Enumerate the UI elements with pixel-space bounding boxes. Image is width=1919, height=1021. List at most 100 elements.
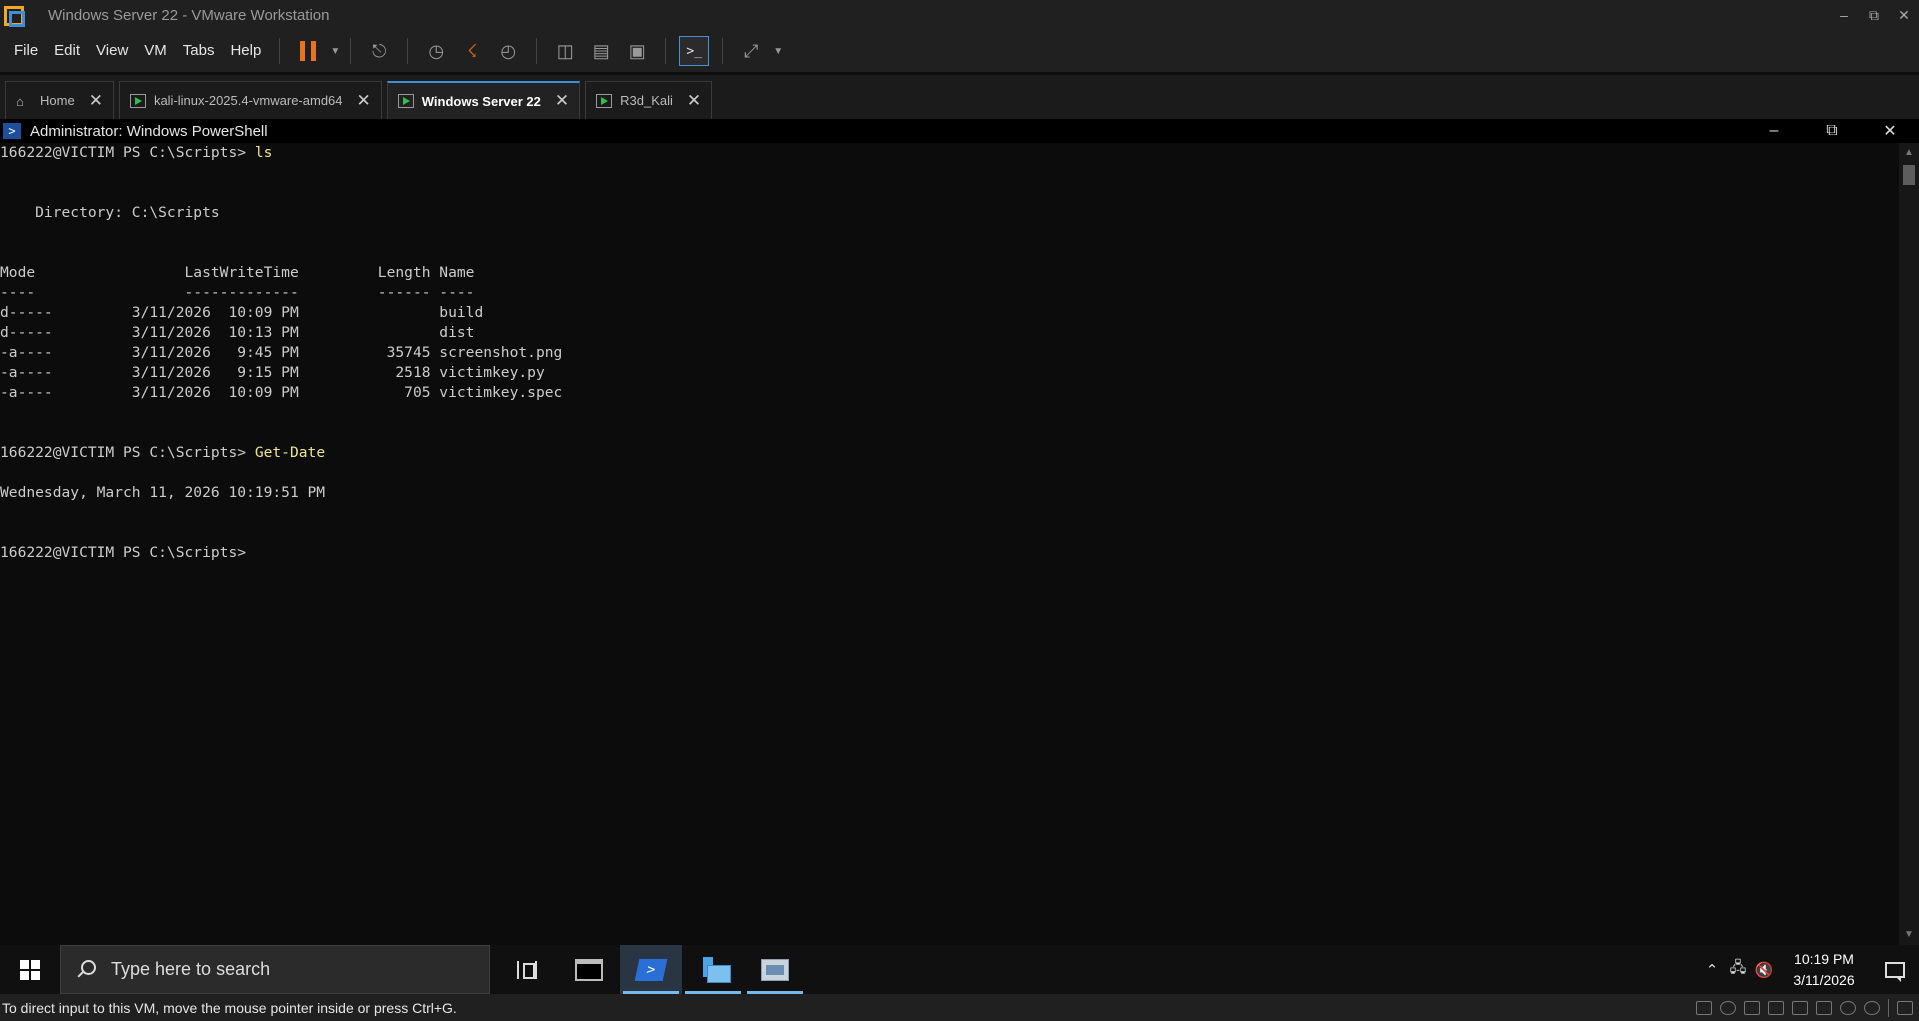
task-view-button[interactable]	[496, 945, 558, 994]
vm-running-icon	[596, 93, 613, 108]
status-separator	[1888, 998, 1889, 1017]
network-adapter-icon[interactable]	[1744, 1000, 1760, 1015]
volume-muted-icon[interactable]: 🔇	[1751, 945, 1777, 994]
menu-file[interactable]: File	[6, 30, 46, 72]
message-log-icon[interactable]	[1897, 1000, 1913, 1015]
network-adapter-2-icon[interactable]	[1768, 1000, 1784, 1015]
vmware-logo-icon	[2, 4, 25, 27]
file-explorer-taskbar-button[interactable]	[682, 945, 744, 994]
show-library-icon[interactable]: ◫	[550, 36, 580, 66]
system-tray: ⌃ 🖧 🔇 10:19 PM 3/11/2026	[1699, 945, 1919, 994]
scroll-up-arrow[interactable]: ▲	[1899, 145, 1919, 161]
scroll-thumb[interactable]	[1903, 165, 1915, 185]
ps-close-button[interactable]: ✕	[1861, 119, 1919, 143]
revert-snapshot-icon[interactable]: ☇	[457, 36, 487, 66]
close-button[interactable]: ✕	[1889, 0, 1919, 30]
camera-icon[interactable]	[1840, 1000, 1856, 1015]
menu-tabs[interactable]: Tabs	[175, 30, 223, 72]
minimize-button[interactable]: –	[1829, 0, 1859, 30]
vm-tab-bar: ⌂ Home ✕ kali-linux-2025.4-vmware-amd64 …	[0, 75, 1919, 119]
action-center-button[interactable]	[1871, 945, 1919, 994]
pause-button[interactable]	[293, 36, 323, 66]
tab-close-icon[interactable]: ✕	[89, 91, 103, 111]
vmware-toolbar: File Edit View VM Tabs Help ▼ ⎋ ◷ ☇ ◴ ◫ …	[0, 30, 1919, 72]
console-line: -a---- 3/11/2026 9:45 PM 35745 screensho…	[0, 343, 1899, 363]
taskbar-search[interactable]	[60, 945, 490, 994]
console-text: d----- 3/11/2026 10:09 PM build	[0, 304, 484, 321]
scroll-down-arrow[interactable]: ▼	[1899, 927, 1919, 943]
send-ctrl-alt-del-icon[interactable]: ⎋	[364, 36, 394, 66]
usb-controller-icon[interactable]	[1792, 1000, 1808, 1015]
cmd-icon	[575, 958, 603, 981]
server-manager-taskbar-button[interactable]	[744, 945, 806, 994]
console-text: 166222@VICTIM PS C:\Scripts>	[0, 144, 255, 161]
clock-time: 10:19 PM	[1794, 950, 1854, 967]
windows-taskbar: > ⌃ 🖧 🔇 10:19 PM 3/11/2026	[0, 945, 1919, 994]
console-line: 166222@VICTIM PS C:\Scripts>	[0, 543, 1899, 563]
tab-close-icon[interactable]: ✕	[687, 91, 701, 111]
full-screen-icon[interactable]: ▣	[622, 36, 652, 66]
console-line: Mode LastWriteTime Length Name	[0, 263, 1899, 283]
restore-button[interactable]: ⧉	[1859, 0, 1889, 30]
stretch-guest-icon[interactable]: ⤢	[736, 36, 766, 66]
task-view-icon	[517, 960, 537, 979]
snapshot-manager-icon[interactable]: ◴	[493, 36, 523, 66]
chevron-up-icon[interactable]: ⌃	[1699, 945, 1725, 994]
start-button[interactable]	[0, 945, 60, 994]
console-text: 166222@VICTIM PS C:\Scripts>	[0, 544, 247, 561]
toolbar-separator	[536, 38, 538, 64]
tab-windows-server-22[interactable]: Windows Server 22 ✕	[386, 81, 581, 119]
snapshot-icon[interactable]: ◷	[421, 36, 451, 66]
console-line: d----- 3/11/2026 10:09 PM build	[0, 303, 1899, 323]
power-dropdown-arrow[interactable]: ▼	[330, 46, 340, 57]
powershell-taskbar-button[interactable]: >	[620, 945, 682, 994]
console-line: -a---- 3/11/2026 10:09 PM 705 victimkey.…	[0, 383, 1899, 403]
tab-r3d-kali[interactable]: R3d_Kali ✕	[585, 81, 713, 119]
console-text: ---- ------------- ------ ----	[0, 284, 475, 301]
hard-disk-icon[interactable]	[1696, 1000, 1712, 1015]
tab-close-icon[interactable]: ✕	[357, 91, 371, 111]
stretch-dropdown-arrow[interactable]: ▼	[773, 46, 783, 57]
notification-icon	[1885, 961, 1905, 982]
cmd-taskbar-button[interactable]	[558, 945, 620, 994]
search-input[interactable]	[111, 959, 471, 980]
menu-vm[interactable]: VM	[136, 30, 175, 72]
console-line: 166222@VICTIM PS C:\Scripts> ls	[0, 143, 1899, 163]
wireless-icon[interactable]	[1864, 1000, 1880, 1015]
cd-dvd-icon[interactable]	[1720, 1000, 1736, 1015]
network-icon[interactable]: 🖧	[1725, 945, 1751, 994]
status-message: To direct input to this VM, move the mou…	[2, 999, 457, 1016]
console-line: Directory: C:\Scripts	[0, 203, 1899, 223]
console-text: -a---- 3/11/2026 10:09 PM 705 victimkey.…	[0, 384, 563, 401]
ps-restore-button[interactable]: ⧉	[1803, 119, 1861, 143]
sound-card-icon[interactable]	[1816, 1000, 1832, 1015]
taskbar-clock[interactable]: 10:19 PM 3/11/2026	[1785, 949, 1863, 991]
menu-view[interactable]: View	[88, 30, 136, 72]
tab-home[interactable]: ⌂ Home ✕	[5, 81, 114, 119]
menu-edit[interactable]: Edit	[46, 30, 88, 72]
thumbnail-bar-icon[interactable]: ▤	[586, 36, 616, 66]
tab-close-icon[interactable]: ✕	[555, 91, 569, 111]
menu-help[interactable]: Help	[222, 30, 269, 72]
tab-kali-linux[interactable]: kali-linux-2025.4-vmware-amd64 ✕	[118, 81, 382, 119]
ps-minimize-button[interactable]: –	[1745, 119, 1803, 143]
console-text: -a---- 3/11/2026 9:15 PM 2518 victimkey.…	[0, 364, 545, 381]
console-line: d----- 3/11/2026 10:13 PM dist	[0, 323, 1899, 343]
vmware-window-title: Windows Server 22 - VMware Workstation	[48, 6, 330, 24]
console-text: 166222@VICTIM PS C:\Scripts>	[0, 444, 255, 461]
console-line: -a---- 3/11/2026 9:15 PM 2518 victimkey.…	[0, 363, 1899, 383]
clock-date: 3/11/2026	[1793, 971, 1855, 988]
console-line: Wednesday, March 11, 2026 10:19:51 PM	[0, 483, 1899, 503]
console-view-icon[interactable]: >_	[679, 36, 710, 66]
powershell-console[interactable]: 166222@VICTIM PS C:\Scripts> ls Director…	[0, 143, 1899, 945]
console-scrollbar[interactable]: ▲ ▼	[1899, 143, 1919, 945]
tab-label: kali-linux-2025.4-vmware-amd64	[153, 93, 343, 108]
powershell-icon: >	[634, 958, 668, 981]
console-command: Get-Date	[254, 444, 326, 461]
pause-icon	[300, 41, 317, 61]
powershell-icon: >	[3, 123, 21, 139]
